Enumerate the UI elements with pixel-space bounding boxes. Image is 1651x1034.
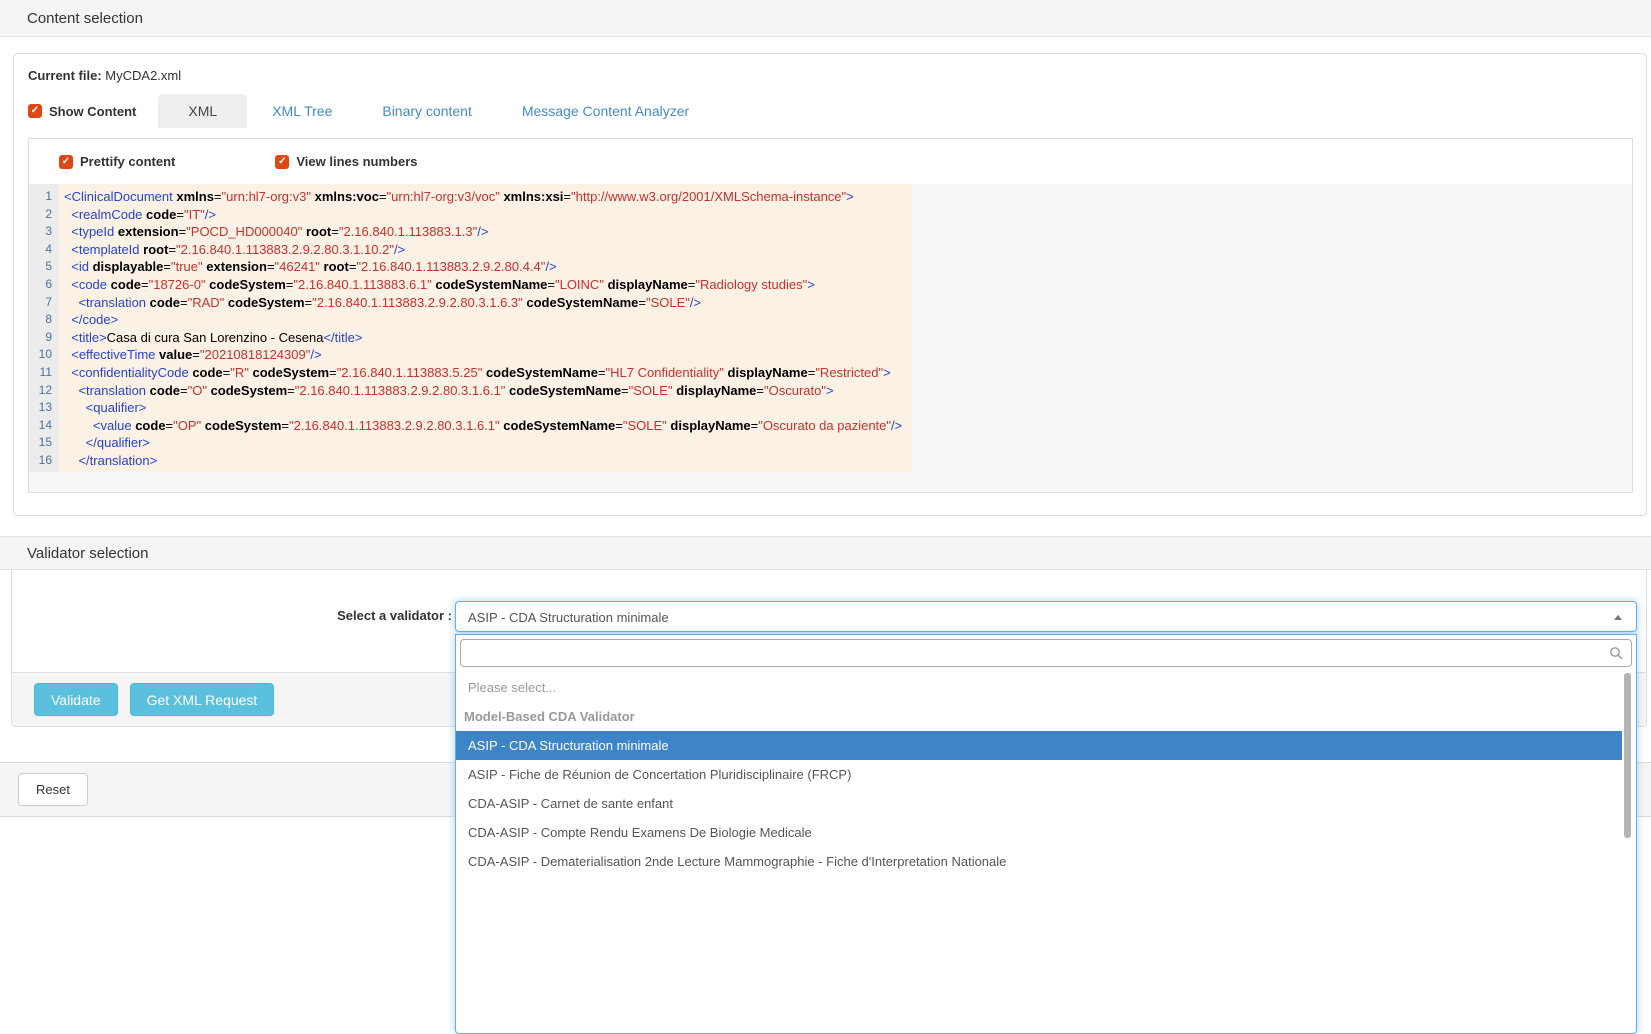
- xml-code-line: </qualifier>: [64, 434, 902, 452]
- content-panel: Current file: MyCDA2.xml ✓ Show Content …: [13, 53, 1647, 516]
- validator-select-display[interactable]: ASIP - CDA Structuration minimale: [455, 601, 1637, 632]
- line-number: 3: [29, 223, 52, 241]
- xml-code-line: <code code="18726-0" codeSystem="2.16.84…: [64, 276, 902, 294]
- show-content-option: ✓ Show Content: [28, 104, 136, 119]
- validator-selection-header: Validator selection: [0, 536, 1651, 570]
- option-placeholder: Please select...: [456, 673, 1622, 702]
- validator-selection-title: Validator selection: [27, 545, 148, 562]
- current-file-name: MyCDA2.xml: [105, 68, 181, 83]
- xml-code-line: <id displayable="true" extension="46241"…: [64, 258, 902, 276]
- current-file-label: Current file:: [28, 68, 102, 83]
- tabs-row: ✓ Show Content XMLXML TreeBinary content…: [28, 94, 714, 128]
- xml-code-line: <ClinicalDocument xmlns="urn:hl7-org:v3"…: [64, 188, 902, 206]
- show-content-checkbox[interactable]: ✓: [28, 104, 42, 118]
- validator-options-list: Please select...Model-Based CDA Validato…: [456, 673, 1622, 876]
- view-lines-option: ✓ View lines numbers: [275, 154, 417, 169]
- line-number: 1: [29, 188, 52, 206]
- view-lines-label: View lines numbers: [296, 154, 417, 169]
- tab-xml-tree[interactable]: XML Tree: [247, 94, 357, 128]
- content-selection-header: Content selection: [0, 0, 1651, 37]
- xml-code: <ClinicalDocument xmlns="urn:hl7-org:v3"…: [59, 184, 912, 472]
- content-tabs: XMLXML TreeBinary contentMessage Content…: [158, 94, 714, 128]
- tab-xml[interactable]: XML: [158, 94, 247, 128]
- current-file: Current file: MyCDA2.xml: [28, 68, 181, 83]
- line-number: 5: [29, 258, 52, 276]
- xml-code-line: <value code="OP" codeSystem="2.16.840.1.…: [64, 417, 902, 435]
- validator-search-input[interactable]: [460, 639, 1632, 667]
- xml-code-line: <qualifier>: [64, 399, 902, 417]
- validator-option[interactable]: ASIP - CDA Structuration minimale: [456, 731, 1622, 760]
- xml-code-line: <translation code="O" codeSystem="2.16.8…: [64, 382, 902, 400]
- validate-button[interactable]: Validate: [34, 683, 118, 716]
- line-number: 11: [29, 364, 52, 382]
- line-number: 15: [29, 434, 52, 452]
- prettify-checkbox[interactable]: ✓: [59, 155, 73, 169]
- content-selection-title: Content selection: [27, 10, 143, 27]
- xml-code-line: <templateId root="2.16.840.1.113883.2.9.…: [64, 241, 902, 259]
- search-icon: [1609, 646, 1623, 665]
- xml-code-line: <typeId extension="POCD_HD000040" root="…: [64, 223, 902, 241]
- select-validator-label: Select a validator :: [292, 608, 452, 623]
- option-group-header: Model-Based CDA Validator: [456, 702, 1622, 731]
- prettify-option: ✓ Prettify content: [59, 154, 175, 169]
- show-content-label: Show Content: [49, 104, 136, 119]
- reset-button[interactable]: Reset: [18, 773, 88, 806]
- validator-select: ASIP - CDA Structuration minimale Please…: [455, 601, 1637, 1034]
- line-number: 2: [29, 206, 52, 224]
- validator-selected-value: ASIP - CDA Structuration minimale: [468, 610, 669, 625]
- xml-code-line: <confidentialityCode code="R" codeSystem…: [64, 364, 902, 382]
- line-number: 13: [29, 399, 52, 417]
- validator-option[interactable]: ASIP - Fiche de Réunion de Concertation …: [456, 760, 1622, 789]
- validator-option[interactable]: CDA-ASIP - Carnet de sante enfant: [456, 789, 1622, 818]
- line-number: 10: [29, 346, 52, 364]
- dropdown-scrollbar[interactable]: [1624, 673, 1631, 838]
- line-number: 4: [29, 241, 52, 259]
- line-number: 16: [29, 452, 52, 470]
- xml-code-viewer: 12345678910111213141516 <ClinicalDocumen…: [29, 184, 1632, 493]
- line-number: 9: [29, 329, 52, 347]
- tab-binary-content[interactable]: Binary content: [357, 94, 497, 128]
- line-number: 8: [29, 311, 52, 329]
- line-number: 14: [29, 417, 52, 435]
- page: Content selection Current file: MyCDA2.x…: [0, 0, 1651, 869]
- xml-code-line: <realmCode code="IT"/>: [64, 206, 902, 224]
- line-number: 6: [29, 276, 52, 294]
- xml-code-line: <effectiveTime value="20210818124309"/>: [64, 346, 902, 364]
- get-xml-request-button[interactable]: Get XML Request: [130, 683, 275, 716]
- xml-code-line: <title>Casa di cura San Lorenzino - Cese…: [64, 329, 902, 347]
- line-number: 7: [29, 294, 52, 312]
- tab-message-content-analyzer[interactable]: Message Content Analyzer: [497, 94, 714, 128]
- xml-code-line: <translation code="RAD" codeSystem="2.16…: [64, 294, 902, 312]
- line-number-gutter: 12345678910111213141516: [29, 184, 59, 472]
- code-box: ✓ Prettify content ✓ View lines numbers …: [28, 138, 1633, 493]
- validator-option[interactable]: CDA-ASIP - Dematerialisation 2nde Lectur…: [456, 847, 1622, 876]
- prettify-label: Prettify content: [80, 154, 175, 169]
- line-number: 12: [29, 382, 52, 400]
- validator-dropdown: Please select...Model-Based CDA Validato…: [455, 634, 1637, 1034]
- chevron-up-icon: [1614, 615, 1622, 620]
- view-lines-checkbox[interactable]: ✓: [275, 155, 289, 169]
- xml-code-line: </code>: [64, 311, 902, 329]
- code-options-row: ✓ Prettify content ✓ View lines numbers: [29, 139, 1632, 184]
- xml-code-line: </translation>: [64, 452, 902, 470]
- validator-option[interactable]: CDA-ASIP - Compte Rendu Examens De Biolo…: [456, 818, 1622, 847]
